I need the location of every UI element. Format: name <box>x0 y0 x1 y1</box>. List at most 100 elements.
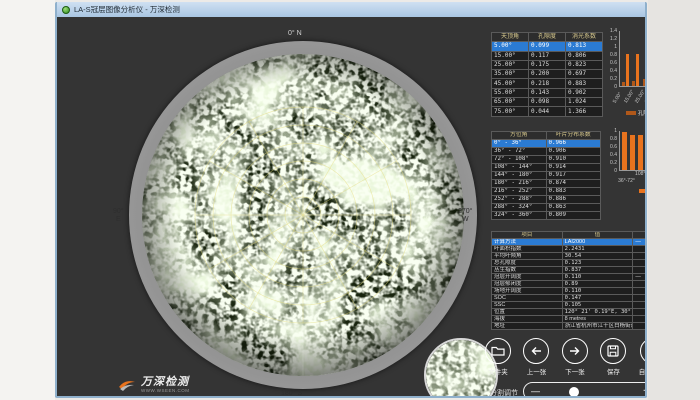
table-cell: 0.89 <box>562 281 633 288</box>
save-icon <box>605 343 621 359</box>
y-tick-label: 0.6 <box>610 60 617 66</box>
column-header: 叶片分布系数 <box>546 132 601 140</box>
table-row[interactable]: 25.00°0.1750.823 <box>492 60 603 69</box>
table-cell: 30.54 <box>562 253 633 260</box>
table-row[interactable]: 288° - 324°0.863 <box>492 204 601 212</box>
table-cell: 0.863 <box>546 204 601 212</box>
table-row[interactable]: 45.00°0.2180.883 <box>492 79 603 88</box>
bar-group <box>632 31 639 86</box>
table-row[interactable]: 72° - 108°0.910 <box>492 156 601 164</box>
table-row[interactable]: 5.00°0.0990.813 <box>492 42 603 51</box>
table-cell: 1.024 <box>566 98 603 107</box>
table-row[interactable]: 55.00°0.1430.902 <box>492 88 603 97</box>
table-cell <box>633 302 645 309</box>
compass-west-label: 270°W <box>458 208 472 224</box>
folder-button[interactable]: 文件夹 <box>485 338 511 376</box>
table-cell: 冠层郁闭度 <box>492 281 563 288</box>
table-cell: 0.099 <box>529 42 566 51</box>
table-row[interactable]: SSC0.105 <box>492 302 646 309</box>
table-cell: 0.218 <box>529 79 566 88</box>
table-header-row: 方位角叶片分布系数 <box>492 132 601 140</box>
compass-south-label: 180° S <box>281 390 302 396</box>
table-cell: 0.813 <box>566 42 603 51</box>
table-cell: 15.00° <box>492 51 529 60</box>
table-cell: 36° - 72° <box>492 148 547 156</box>
brand-name: 万深检测 <box>141 377 190 388</box>
table-row[interactable]: 冠层开阔度0.110— <box>492 274 646 281</box>
table-cell: 0° - 36° <box>492 140 547 148</box>
table-row[interactable]: 场地开阔度0.110 <box>492 288 646 295</box>
app-content: 0° N 180° S 270°W 90°E <box>57 17 645 396</box>
table-cell: 0.175 <box>529 60 566 69</box>
y-tick-label: 0.8 <box>610 52 617 58</box>
table-row[interactable]: 15.00°0.1170.806 <box>492 51 603 60</box>
x-tick-label: 36°-72° <box>618 178 635 184</box>
table-row[interactable]: 平均叶倾角30.54 <box>492 253 646 260</box>
y-tick-label: 1 <box>614 128 617 134</box>
table-row[interactable]: SOC0.147 <box>492 295 646 302</box>
table-row[interactable]: 0° - 36°0.966 <box>492 140 601 148</box>
table-cell: 总孔隙度 <box>492 260 563 267</box>
azimuth-table: 方位角叶片分布系数0° - 36°0.96636° - 72°0.90672° … <box>491 131 601 220</box>
table-cell: 55.00° <box>492 88 529 97</box>
folder-icon <box>490 343 506 359</box>
table-row[interactable]: 144° - 180°0.917 <box>492 172 601 180</box>
table-row[interactable]: 冠层郁闭度0.89 <box>492 281 646 288</box>
table-row[interactable]: 324° - 360°0.809 <box>492 212 601 220</box>
table-cell: 0.874 <box>546 180 601 188</box>
column-header: 方位角 <box>492 132 547 140</box>
next-image-button[interactable]: 下一张 <box>562 338 588 376</box>
save-button[interactable]: 保存 <box>600 338 626 376</box>
table-row[interactable]: 216° - 252°0.883 <box>492 188 601 196</box>
toolbar: 文件夹 上一张 下一张 保存 <box>485 338 645 376</box>
table-row[interactable]: 计算方法LAI2000— <box>492 239 646 246</box>
table-cell: 65.00° <box>492 98 529 107</box>
table-row[interactable]: 108° - 144°0.914 <box>492 164 601 172</box>
arrow-right-icon <box>567 343 583 359</box>
title-bar[interactable]: LA-S冠层图像分析仪 - 万深检测 <box>57 2 645 17</box>
table-cell: 75.00° <box>492 107 529 116</box>
table-cell <box>633 323 645 330</box>
table-row[interactable]: 180° - 216°0.874 <box>492 180 601 188</box>
table-cell: 0.910 <box>546 156 601 164</box>
table-cell: 浙江省杭州市江干区白杨街道浙江理工大学勤东苑 <box>562 323 633 330</box>
table-row[interactable]: 总孔隙度0.123 <box>492 260 646 267</box>
bar <box>632 81 635 86</box>
app-window: LA-S冠层图像分析仪 - 万深检测 <box>55 2 647 398</box>
table-row[interactable]: 海拔8 metres <box>492 316 646 323</box>
table-cell: — <box>633 274 645 281</box>
table-cell <box>633 281 645 288</box>
bar-group <box>643 31 645 86</box>
table-row[interactable]: 65.00°0.0981.024 <box>492 98 603 107</box>
segmentation-slider[interactable]: — + <box>523 382 645 396</box>
table-cell <box>633 295 645 302</box>
table-cell: 0.044 <box>529 107 566 116</box>
leaf-distribution-chart: 00.20.40.60.81 108°-144°252°-288°36°-72°… <box>606 131 645 195</box>
slider-minus-button[interactable]: — <box>531 387 540 396</box>
y-tick-label: 1 <box>614 44 617 50</box>
y-tick-label: 0.6 <box>610 144 617 150</box>
table-row[interactable]: 位置120° 21' 0.19"E, 30° 18' 52.55"N <box>492 309 646 316</box>
bar-group <box>630 131 635 170</box>
fisheye-canopy-image <box>142 54 464 376</box>
table-row[interactable]: 75.00°0.0441.366 <box>492 107 603 116</box>
table-row[interactable]: 叶面积指数2.2431 <box>492 246 646 253</box>
slider-knob[interactable] <box>569 387 579 397</box>
table-row[interactable]: 丛生指数0.837 <box>492 267 646 274</box>
previous-image-button[interactable]: 上一张 <box>523 338 549 376</box>
slider-plus-button[interactable]: + <box>643 387 645 397</box>
table-cell: 216° - 252° <box>492 188 547 196</box>
table-cell: 45.00° <box>492 79 529 88</box>
column-header: 消光系数 <box>566 33 603 42</box>
table-row[interactable]: 地址浙江省杭州市江干区白杨街道浙江理工大学勤东苑 <box>492 323 646 330</box>
table-cell: 120° 21' 0.19"E, 30° 18' 52.55"N <box>562 309 633 316</box>
table-cell <box>633 253 645 260</box>
table-cell: 288° - 324° <box>492 204 547 212</box>
bar <box>622 132 627 170</box>
table-row[interactable]: 36° - 72°0.906 <box>492 148 601 156</box>
table-cell: 海拔 <box>492 316 563 323</box>
table-row[interactable]: 252° - 288°0.886 <box>492 196 601 204</box>
auto-batch-button[interactable]: 自动/批量 <box>639 338 645 376</box>
wseen-logo-icon <box>117 377 137 393</box>
table-row[interactable]: 35.00°0.2000.697 <box>492 70 603 79</box>
